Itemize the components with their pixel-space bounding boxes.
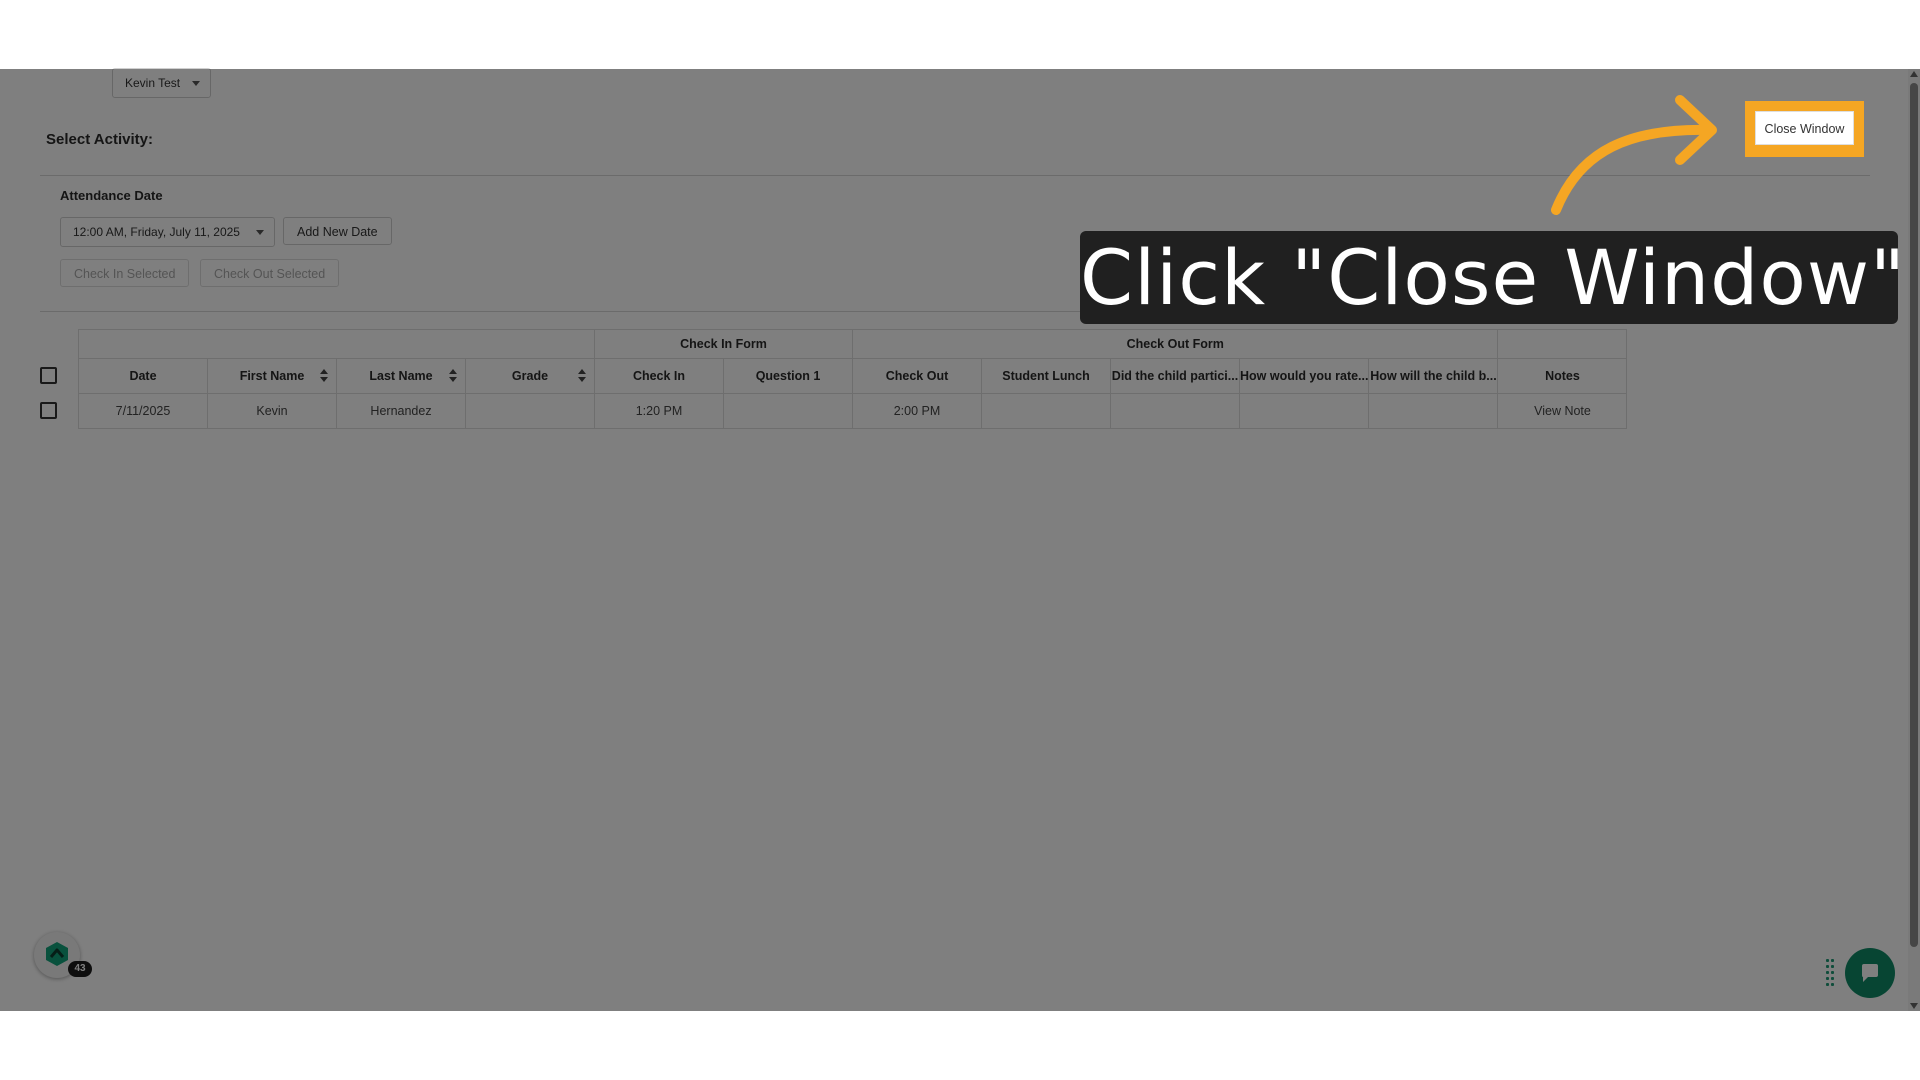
column-header-notes: Notes <box>1497 358 1628 394</box>
column-header-label: Last Name <box>369 369 433 383</box>
activity-select-value: Kevin Test <box>125 76 181 90</box>
cell-first-name: Kevin <box>207 393 337 429</box>
group-header-blank <box>78 329 595 359</box>
column-header-grade[interactable]: Grade <box>465 358 595 394</box>
notification-count-badge: 43 <box>68 961 92 977</box>
scroll-down-arrow-icon[interactable] <box>1910 1003 1918 1009</box>
group-header-check-in-form: Check In Form <box>594 329 853 359</box>
column-header-label: Grade <box>511 369 549 383</box>
cell-last-name: Hernandez <box>336 393 466 429</box>
caret-down-icon <box>255 230 264 235</box>
column-header-question-1: Question 1 <box>723 358 853 394</box>
column-header-how-will-the-child: How will the child b... <box>1368 358 1499 394</box>
sort-icon[interactable] <box>449 369 457 385</box>
column-header-student-lunch: Student Lunch <box>981 358 1111 394</box>
table-group-header: Check In Form Check Out Form <box>78 329 1628 359</box>
column-header-date[interactable]: Date <box>78 358 208 394</box>
drag-handle-icon[interactable] <box>1826 959 1836 987</box>
row-checkbox[interactable] <box>40 402 57 419</box>
cell-check-out[interactable]: 2:00 PM <box>852 393 982 429</box>
attendance-table: Check In Form Check Out Form Date First … <box>78 329 1628 429</box>
activity-select[interactable]: Kevin Test <box>112 68 212 98</box>
caret-down-icon <box>192 81 201 86</box>
attendance-date-value: 12:00 AM, Friday, July 11, 2025 <box>73 225 240 239</box>
column-header-last-name[interactable]: Last Name <box>336 358 466 394</box>
table-row: 7/11/2025 Kevin Hernandez 1:20 PM 2:00 P… <box>78 393 1628 429</box>
cell-how-would-you-rate <box>1238 393 1370 429</box>
vertical-scrollbar[interactable] <box>1908 69 1920 1011</box>
chat-icon <box>1862 964 1878 982</box>
cell-student-lunch <box>981 393 1111 429</box>
check-in-selected-button[interactable]: Check In Selected <box>60 259 190 287</box>
attendance-date-select[interactable]: 12:00 AM, Friday, July 11, 2025 <box>60 217 275 247</box>
column-header-did-the-child: Did the child partici... <box>1110 358 1240 394</box>
close-window-button-spotlight[interactable]: Close Window <box>1755 111 1854 145</box>
cell-check-in[interactable]: 1:20 PM <box>594 393 724 429</box>
cell-how-will-the-child <box>1368 393 1499 429</box>
cell-question-1 <box>723 393 853 429</box>
attendance-date-label: Attendance Date <box>60 188 163 203</box>
sort-icon[interactable] <box>578 369 586 385</box>
column-header-check-out: Check Out <box>852 358 982 394</box>
select-all-checkbox[interactable] <box>40 367 57 384</box>
curved-arrow-icon <box>1551 95 1717 215</box>
chat-button[interactable] <box>1845 948 1895 998</box>
table-column-header: Date First Name Last Name Grade Check In… <box>78 358 1628 394</box>
cell-date: 7/11/2025 <box>78 393 208 429</box>
scroll-up-arrow-icon[interactable] <box>1910 71 1918 77</box>
cell-grade <box>465 393 595 429</box>
group-header-check-out-form: Check Out Form <box>851 329 1499 359</box>
sort-icon[interactable] <box>320 369 328 385</box>
app-logo-icon <box>46 942 68 966</box>
tutorial-callout: Click "Close Window" <box>1080 231 1907 324</box>
cell-notes-view-note[interactable]: View Note <box>1497 393 1628 429</box>
scrollbar-thumb[interactable] <box>1910 83 1918 947</box>
add-new-date-button[interactable]: Add New Date <box>283 217 392 245</box>
column-header-first-name[interactable]: First Name <box>207 358 337 394</box>
check-out-selected-button[interactable]: Check Out Selected <box>200 259 340 287</box>
column-header-how-would-you-rate: How would you rate... <box>1238 358 1370 394</box>
select-activity-label: Select Activity: <box>46 131 153 148</box>
group-header-blank <box>1497 329 1628 359</box>
cell-did-the-child <box>1110 393 1240 429</box>
column-header-label: First Name <box>239 369 305 383</box>
column-header-check-in: Check In <box>594 358 724 394</box>
